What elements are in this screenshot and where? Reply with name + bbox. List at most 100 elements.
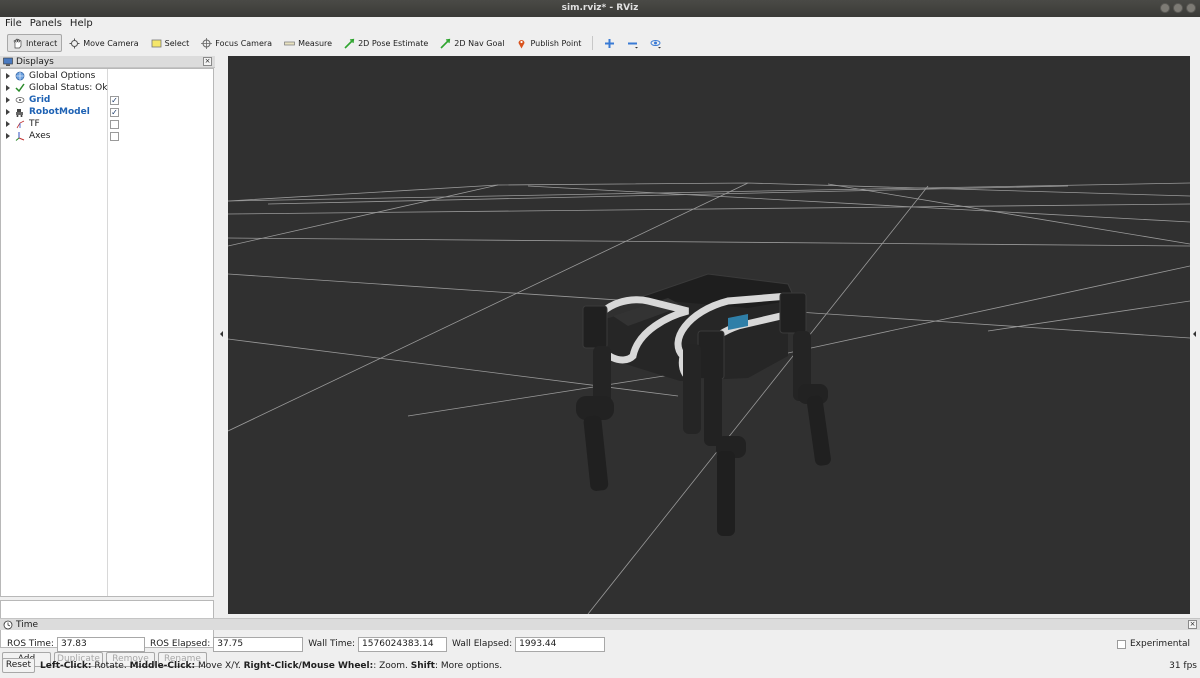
publish-point-label: Publish Point [530, 38, 582, 48]
displays-close-button[interactable]: × [203, 57, 212, 66]
hand-icon [13, 37, 22, 48]
ros-time-label: ROS Time: [7, 639, 54, 649]
collapse-right-icon[interactable] [1193, 331, 1196, 337]
tree-label: Grid [29, 95, 51, 105]
expand-arrow-icon[interactable] [6, 97, 10, 103]
pose-estimate-label: 2D Pose Estimate [358, 38, 429, 48]
select-icon [151, 39, 162, 47]
reset-button[interactable]: Reset [2, 658, 35, 673]
tree-label: TF [29, 119, 40, 129]
tree-label: RobotModel [29, 107, 90, 117]
robotmodel-enabled-checkbox[interactable]: ✓ [110, 107, 119, 117]
green-arrow-icon [344, 38, 355, 49]
expand-arrow-icon[interactable] [6, 73, 10, 79]
experimental-label: Experimental [1129, 639, 1190, 649]
expand-arrow-icon[interactable] [6, 121, 10, 127]
publish-point-tool-button[interactable]: Publish Point [511, 34, 586, 52]
toolbar: Interact Move Camera Select Focus Camera… [0, 31, 1200, 55]
right-splitter[interactable] [1190, 56, 1200, 614]
displays-title: Displays [16, 56, 54, 67]
wall-elapsed-label: Wall Elapsed: [452, 639, 513, 649]
move-camera-label: Move Camera [83, 38, 139, 48]
time-panel-title: Time × [0, 618, 1200, 630]
axes-enabled-checkbox[interactable] [110, 131, 119, 141]
robot-icon [16, 109, 23, 117]
render-scene[interactable] [228, 56, 1190, 614]
ros-elapsed-field[interactable]: 37.75 [213, 636, 304, 652]
focus-camera-label: Focus Camera [215, 38, 273, 48]
robot-dog-model [576, 273, 831, 536]
collapse-left-icon[interactable] [220, 331, 223, 337]
time-close-button[interactable]: × [1188, 620, 1197, 629]
time-title: Time [16, 619, 39, 630]
view-tool-button[interactable] [645, 34, 666, 52]
select-label: Select [164, 38, 190, 48]
window-titlebar: sim.rviz* - RViz [0, 0, 1200, 17]
nav-goal-label: 2D Nav Goal [454, 38, 505, 48]
window-title: sim.rviz* - RViz [561, 3, 639, 13]
close-button[interactable] [1186, 3, 1196, 13]
ros-time-field[interactable]: 37.83 [56, 636, 145, 652]
right-click-key: Right-Click/Mouse Wheel: [243, 660, 374, 671]
wall-elapsed-field[interactable]: 1993.44 [515, 636, 606, 652]
tree-label: Global Options [29, 71, 96, 81]
experimental-checkbox[interactable] [1116, 639, 1126, 649]
tree-row-grid[interactable]: Grid ✓ [1, 94, 213, 106]
add-tool-button[interactable] [599, 34, 620, 52]
menu-help[interactable]: Help [70, 17, 93, 31]
tree-column-divider [107, 69, 108, 596]
crosshair-icon [201, 37, 213, 49]
globe-icon [15, 71, 25, 81]
tf-enabled-checkbox[interactable] [110, 119, 119, 129]
time-panel: ROS Time: 37.83 ROS Elapsed: 37.75 Wall … [0, 635, 1200, 653]
select-tool-button[interactable]: Select [146, 34, 195, 52]
experimental-toggle[interactable]: Experimental [1116, 639, 1190, 649]
wall-time-label: Wall Time: [308, 639, 356, 649]
left-click-desc: Rotate. [91, 660, 130, 671]
green-arrow-icon [440, 38, 451, 49]
shift-key: Shift [410, 660, 435, 671]
status-bar: Reset Left-Click: Rotate. Middle-Click: … [0, 657, 1200, 674]
menu-panels[interactable]: Panels [30, 17, 62, 31]
ros-elapsed-label: ROS Elapsed: [149, 639, 211, 649]
expand-arrow-icon[interactable] [6, 133, 10, 139]
grid-enabled-checkbox[interactable]: ✓ [110, 95, 119, 105]
3d-viewport[interactable] [228, 56, 1190, 614]
menu-file[interactable]: File [5, 17, 22, 31]
eye-icon [650, 39, 662, 48]
move-camera-tool-button[interactable]: Move Camera [64, 34, 143, 52]
focus-camera-tool-button[interactable]: Focus Camera [196, 34, 277, 52]
tree-row-global-status[interactable]: Global Status: Ok [1, 82, 213, 94]
pose-estimate-tool-button[interactable]: 2D Pose Estimate [339, 34, 433, 52]
maximize-button[interactable] [1173, 3, 1183, 13]
remove-tool-button[interactable] [622, 34, 643, 52]
monitor-icon [3, 57, 13, 66]
grid-icon [15, 97, 25, 103]
plus-icon [605, 38, 615, 48]
minimize-button[interactable] [1160, 3, 1170, 13]
toolbar-separator [592, 36, 594, 50]
map-pin-icon [518, 39, 525, 48]
tree-row-tf[interactable]: TF [1, 118, 213, 130]
right-click-desc: : Zoom. [373, 660, 411, 671]
shift-desc: : More options. [434, 660, 503, 671]
middle-click-desc: Move X/Y. [195, 660, 244, 671]
axes-icon [15, 132, 25, 141]
ruler-icon [284, 41, 295, 45]
measure-tool-button[interactable]: Measure [279, 34, 337, 52]
left-splitter[interactable] [215, 56, 228, 614]
tree-row-global-options[interactable]: Global Options [1, 70, 213, 82]
check-icon [15, 83, 25, 93]
tree-row-robotmodel[interactable]: RobotModel ✓ [1, 106, 213, 118]
expand-arrow-icon[interactable] [6, 109, 10, 115]
displays-panel-title: Displays × [0, 56, 215, 68]
expand-arrow-icon[interactable] [6, 85, 10, 91]
nav-goal-tool-button[interactable]: 2D Nav Goal [435, 34, 509, 52]
tree-row-axes[interactable]: Axes [1, 130, 213, 142]
window-controls [1160, 3, 1196, 13]
interact-tool-button[interactable]: Interact [7, 34, 63, 52]
displays-tree: Global Options Global Status: Ok Grid ✓ … [0, 68, 214, 597]
displays-panel: Displays × Global Options Global Status:… [0, 56, 215, 667]
wall-time-field[interactable]: 1576024383.14 [358, 636, 448, 652]
fps-counter: 31 fps [1169, 660, 1197, 671]
